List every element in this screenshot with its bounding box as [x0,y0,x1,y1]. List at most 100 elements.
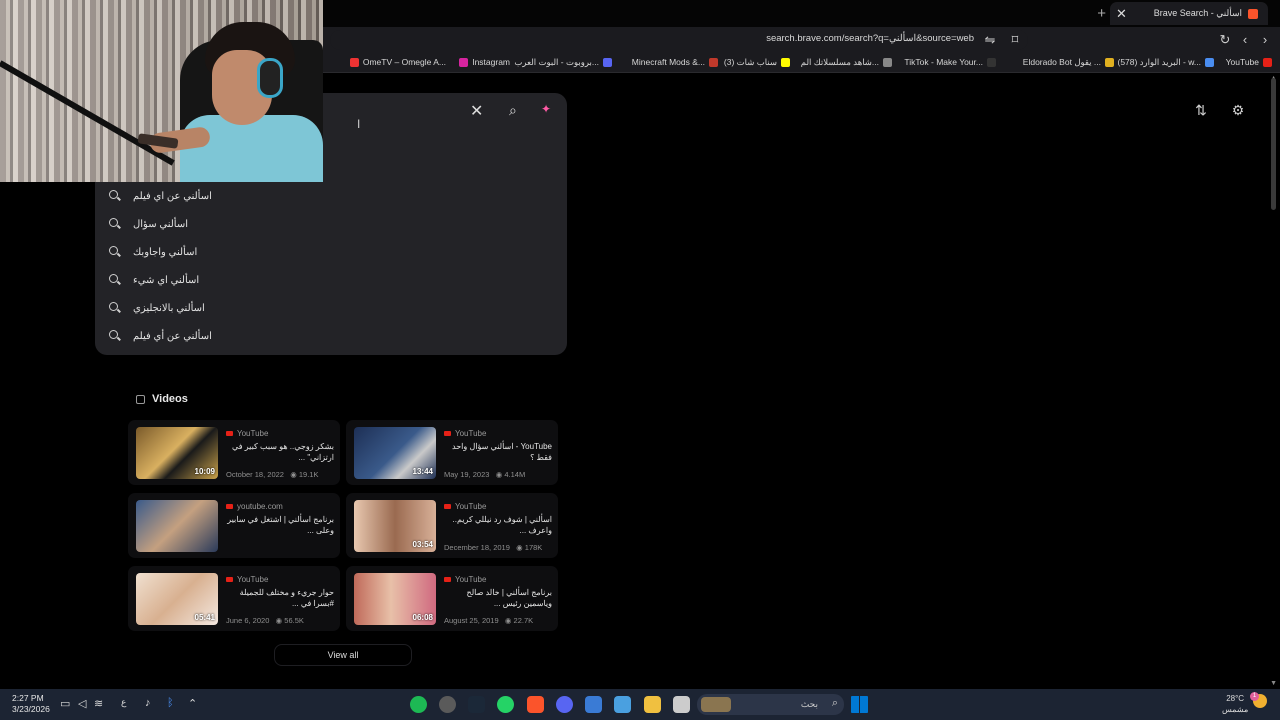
bookmark-mail[interactable]: البريد الوارد (578) - w... [1117,57,1214,68]
app-icon[interactable] [673,696,690,713]
bookmark-tiktok[interactable]: TikTok - Make Your... [904,57,996,67]
video-source: YouTube [444,502,486,511]
ometv-icon [349,57,359,67]
video-thumbnail[interactable] [136,500,218,552]
discord-icon[interactable] [556,696,573,713]
video-thumbnail[interactable]: 03:54 [354,500,436,552]
youtube-icon [444,431,451,436]
file-explorer-icon[interactable] [644,696,661,713]
video-card[interactable]: 03:54 YouTube اسألني | شوف رد نيللي كريم… [346,493,558,558]
mail-icon [1205,58,1214,67]
bookmark-probot[interactable]: بروبوت - البوت العرب... [514,57,612,68]
video-title[interactable]: بشكر زوجي.. هو سبب كبير في ارتزاني" ... [226,441,334,463]
suggestion-item[interactable]: اسألني عن اي فيلم [109,185,212,207]
site-settings-icon[interactable]: ⇋ [982,32,998,48]
active-tab[interactable]: ✕ Brave Search - اسألني [1110,2,1268,25]
back-icon[interactable]: ‹ [1237,32,1253,48]
video-thumbnail[interactable]: 10:09 [136,427,218,479]
video-source: youtube.com [226,502,283,511]
bookmark-minecraft[interactable]: Minecraft Mods &... [632,57,718,67]
show-hidden-icons-icon[interactable]: ⌃ [188,697,197,710]
spotify-icon[interactable] [410,696,427,713]
search-icon [109,302,121,314]
shahid-icon [883,58,892,67]
language-indicator[interactable]: ع [121,697,126,708]
new-tab-button[interactable]: + [1097,5,1106,22]
video-source: YouTube [226,575,268,584]
suggestion-item[interactable]: اسألني واجاوبك [109,241,197,263]
suggestion-item[interactable]: اسألني اي شيء [109,269,199,291]
volume-icon[interactable]: ◁ [78,697,86,710]
forward-icon[interactable]: › [1257,32,1273,48]
obs-icon[interactable] [439,696,456,713]
instagram-icon [459,57,469,67]
suggestion-item[interactable]: اسألني سؤال [109,213,188,235]
video-card[interactable]: 06:08 YouTube برنامج اسألني | خالد صالح … [346,566,558,631]
views-icon: ◉ [290,470,297,479]
video-thumbnail[interactable]: 13:44 [354,427,436,479]
search-icon [109,190,121,202]
video-section-icon [136,394,145,404]
view-all-videos-button[interactable]: View all [274,644,412,666]
close-tab-icon[interactable]: ✕ [1116,6,1127,22]
bluetooth-icon[interactable]: ᛒ [167,697,174,709]
system-clock[interactable]: 2:27 PM 3/23/2026 [12,693,50,715]
bookmark-icon[interactable]: ⌑ [1007,32,1023,48]
bookmark-instagram[interactable]: Instagram [459,57,510,67]
brave-browser-icon[interactable] [527,696,544,713]
youtube-icon [1263,57,1272,67]
bookmark-youtube[interactable]: YouTube [1226,57,1272,67]
views-icon: ◉ [504,616,512,625]
whatsapp-icon[interactable] [497,696,514,713]
reload-icon[interactable]: ↻ [1217,32,1233,48]
views-icon: ◉ [495,470,503,479]
bookmark-snapchat[interactable]: سناب شات (3) [724,57,790,68]
eldorado-icon [1105,58,1114,67]
battery-icon[interactable]: ▭ [60,697,70,710]
photos-icon[interactable] [614,696,631,713]
taskbar-search[interactable]: بحث ⌕ [697,694,844,715]
sort-icon[interactable]: ⇅ [1193,102,1209,118]
wifi-icon[interactable]: ≋ [94,697,103,710]
videos-heading: Videos [136,393,188,405]
microphone-icon[interactable]: ♪ [145,697,151,709]
video-card[interactable]: youtube.com برنامج اسألني | اشتغل في ساب… [128,493,340,558]
bookmark-ometv[interactable]: OmeTV – Omegle A... [349,57,446,67]
youtube-icon [444,577,451,582]
clear-search-icon[interactable]: ✕ [470,101,483,121]
video-meta: October 18, 2022 ◉ 19.1K [226,470,319,479]
video-thumbnail[interactable]: 05:41 [136,573,218,625]
video-title[interactable]: برنامج اسألني | خالد صالح وياسمين رئيس .… [444,587,552,609]
scroll-down-icon[interactable]: ▼ [1270,680,1277,687]
views-icon: ◉ [275,616,283,625]
weather-widget[interactable]: 28°C مشمس [1222,693,1248,715]
search-highlight-image [701,697,731,712]
search-icon [109,274,121,286]
steam-icon[interactable] [468,696,485,713]
probot-icon [603,58,612,67]
video-title[interactable]: اسألني | شوف رد نيللي كريم.. واعرف ... [444,514,552,536]
suggestion-item[interactable]: اسألني عن أي فيلم [109,325,212,347]
webcam-headset [257,58,283,98]
settings-gear-icon[interactable]: ⚙ [1230,102,1246,118]
start-windows-icon[interactable] [851,696,868,713]
notification-badge[interactable]: 1 [1250,692,1259,701]
store-icon[interactable] [585,696,602,713]
search-icon[interactable]: ⌕ [509,102,517,119]
video-card[interactable]: 05:41 YouTube حوار جريء و مختلف للجميلة … [128,566,340,631]
video-title[interactable]: YouTube - اسألني سؤال واحد فقط ؟ [444,441,552,463]
video-title[interactable]: حوار جريء و مختلف للجميلة #بسرا في ... [226,587,334,609]
bookmark-shahid[interactable]: شاهد مسلسلاتك الم... [801,57,892,68]
bookmark-eldorado[interactable]: Eldorado Bot يقول ... [1023,57,1114,68]
ai-answer-icon[interactable]: ✦ [541,102,551,116]
video-card[interactable]: 13:44 YouTube YouTube - اسألني سؤال واحد… [346,420,558,485]
video-title[interactable]: برنامج اسألني | اشتغل في سابير وعلى ... [226,514,334,536]
video-thumbnail[interactable]: 06:08 [354,573,436,625]
video-meta: December 18, 2019 ◉ 178K [444,543,543,552]
video-card[interactable]: 10:09 YouTube بشكر زوجي.. هو سبب كبير في… [128,420,340,485]
videos-title: Videos [152,393,188,405]
address-url[interactable]: search.brave.com/search?q=اسألني&source=… [766,33,974,44]
scrollbar-thumb[interactable] [1271,78,1276,210]
suggestion-item[interactable]: اسألني بالانجليزي [109,297,205,319]
tab-title: Brave Search - اسألني [1153,8,1242,18]
